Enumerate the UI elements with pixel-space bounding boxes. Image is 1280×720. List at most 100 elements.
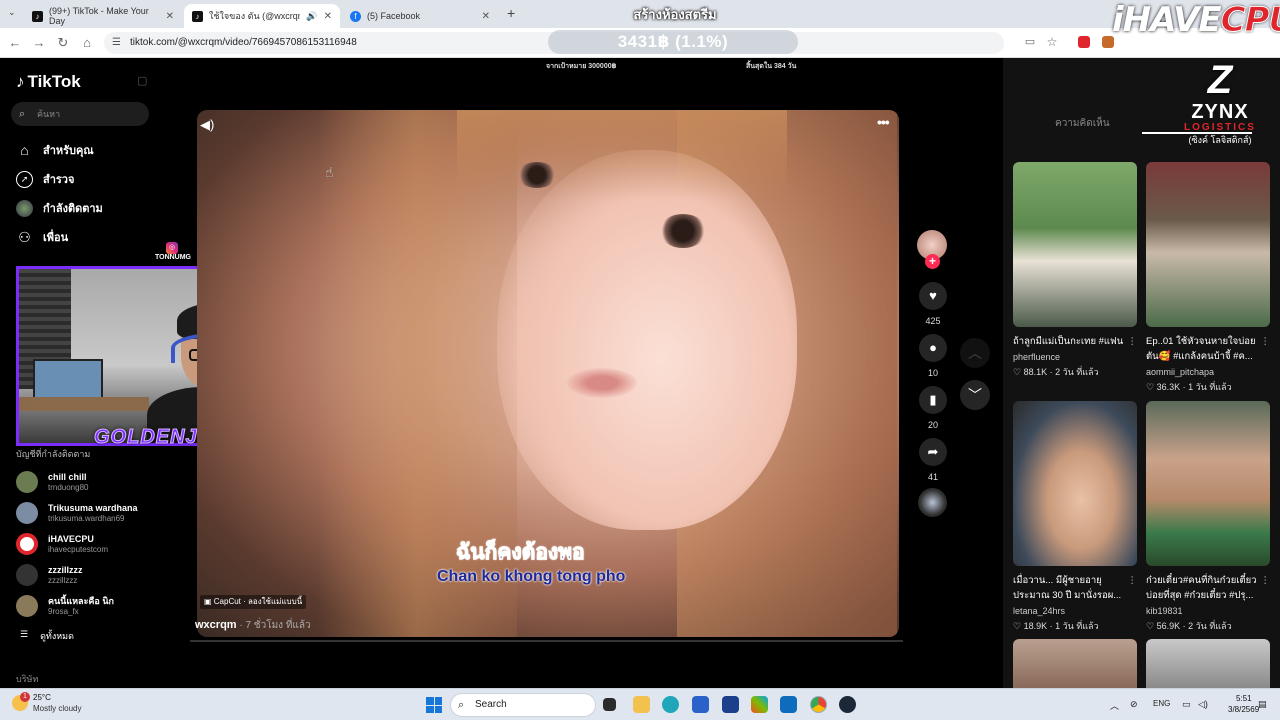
following-account[interactable]: zzzillzzz zzzillzzz	[16, 564, 83, 586]
tiktok-logo[interactable]: ♪ TikTok	[16, 72, 81, 92]
mail-icon[interactable]	[780, 696, 797, 713]
tray-overflow-chevron-icon[interactable]: ︿	[1110, 699, 1119, 712]
follow-plus-icon[interactable]: +	[925, 254, 940, 269]
save-button[interactable]: ▮	[919, 386, 947, 414]
video-username[interactable]: kib19831	[1146, 606, 1183, 616]
following-account[interactable]: chill chill trnduong80	[16, 471, 88, 493]
extension-abp-icon[interactable]	[1078, 36, 1090, 48]
video-caption[interactable]: ก๋วยเตี๋ยว#คนที่กินก๋วยเตี๋ยว ⋮	[1146, 573, 1270, 588]
video-caption[interactable]: Ep..01 ใช้หัวจนหายใจบ่อย ⋮	[1146, 334, 1270, 349]
nav-for-you[interactable]: ⌂ สำหรับคุณ	[16, 141, 93, 159]
share-button[interactable]: ➦	[919, 438, 947, 466]
app-icon[interactable]	[692, 696, 709, 713]
language-indicator[interactable]: ENG	[1153, 699, 1170, 708]
search-input[interactable]: ⌕ ค้นหา	[11, 102, 149, 126]
company-link[interactable]: บริษัท	[16, 672, 38, 686]
more-icon: ⋮	[1260, 336, 1271, 347]
donation-goal-deadline: สิ้นสุดใน 384 วัน	[746, 63, 797, 70]
video-username[interactable]: pherfluence	[1013, 352, 1060, 362]
task-view-icon[interactable]	[603, 698, 616, 711]
windows-start-icon[interactable]	[426, 697, 442, 713]
forward-arrow-icon[interactable]: →	[31, 35, 47, 50]
previous-video-chevron-up-icon[interactable]: ︿	[960, 338, 990, 368]
ihavecpu-logo: iHAVECPU	[1112, 0, 1280, 41]
close-icon[interactable]: ✕	[482, 11, 490, 22]
video-caption-line2[interactable]: บ่อยที่สุด #ก๋วยเตี๋ยว #ปรุ...	[1146, 588, 1270, 603]
steam-icon[interactable]	[839, 696, 856, 713]
next-video-chevron-down-icon[interactable]: ﹀	[960, 380, 990, 410]
video-thumbnail[interactable]	[1013, 401, 1137, 566]
collapse-sidebar-icon[interactable]: ▢	[137, 74, 147, 87]
weather-temperature[interactable]: 25°C	[33, 693, 51, 702]
video-thumbnail[interactable]	[1013, 162, 1137, 327]
copilot-icon[interactable]	[751, 696, 768, 713]
bookmark-icon: ▮	[929, 392, 937, 407]
video-caption-line2[interactable]: ตัน🥰 #แกล้งคนบ้าจี้ #ค...	[1146, 349, 1270, 364]
subtitle-thai: ฉันก็คงต้องพอ	[456, 541, 586, 565]
tab-facebook[interactable]: f (5) Facebook ✕	[342, 4, 498, 28]
video-caption[interactable]: ถ้าลูกมีแม่เป็นกะเทย #แฟน ⋮	[1013, 334, 1137, 349]
video-stats: ♡ 88.1K · 2 วัน ที่แล้ว	[1013, 367, 1099, 377]
more-options-icon[interactable]: •••	[877, 114, 890, 130]
more-icon: ⋮	[1127, 575, 1138, 586]
new-tab-button[interactable]: +	[507, 5, 515, 21]
close-icon[interactable]: ✕	[166, 11, 174, 22]
speaker-icon[interactable]: 🔊	[306, 11, 317, 22]
desk	[19, 397, 149, 411]
chrome-icon[interactable]	[810, 696, 827, 713]
video-caption[interactable]: เมื่อวาน... มีผู้ชายอายุ ⋮	[1013, 573, 1137, 588]
bookmark-star-icon[interactable]: ☆	[1044, 35, 1060, 49]
video-thumbnail[interactable]	[1146, 639, 1270, 688]
back-arrow-icon[interactable]: ←	[7, 35, 23, 50]
video-thumbnail[interactable]	[1146, 162, 1270, 327]
home-icon[interactable]: ⌂	[79, 35, 95, 50]
tab-search-chevron-icon[interactable]: ⌄	[8, 7, 16, 18]
reload-icon[interactable]: ↻	[55, 35, 71, 51]
following-account[interactable]: Trikusuma wardhana trikusuma.wardhan69	[16, 502, 138, 524]
video-author[interactable]: wxcrqm · 7 ชั่วโมง ที่แล้ว	[195, 618, 311, 633]
more-icon: ⋮	[1127, 336, 1138, 347]
tab-tiktok-video[interactable]: ♪ ใช้ใจของ ตัน (@wxcrqm) wi 🔊 ✕	[184, 4, 340, 28]
facebook-icon: f	[350, 10, 361, 22]
edge-icon[interactable]	[662, 696, 679, 713]
like-count: 425	[925, 316, 941, 326]
video-thumbnail[interactable]	[1013, 639, 1137, 688]
like-button[interactable]: ♥	[919, 282, 947, 310]
notification-bell-icon[interactable]: ▤	[1258, 699, 1267, 710]
see-all-link[interactable]: ☰ ดูทั้งหมด	[20, 629, 74, 643]
close-icon[interactable]: ✕	[324, 11, 332, 22]
tab-tiktok-home[interactable]: ♪ (99+) TikTok - Make Your Day ✕	[24, 4, 182, 28]
video-stats: ♡ 36.3K · 1 วัน ที่แล้ว	[1146, 382, 1232, 392]
video-username[interactable]: letana_24hrs	[1013, 606, 1065, 616]
video-username[interactable]: aommii_pitchapa	[1146, 367, 1214, 377]
nav-following[interactable]: กำลังติดตาม	[16, 199, 103, 217]
clock-date[interactable]: 3/8/2569	[1228, 705, 1259, 714]
heart-outline-icon: ♡	[1013, 621, 1024, 631]
list-icon: ☰	[20, 629, 29, 639]
store-icon[interactable]	[722, 696, 739, 713]
wifi-icon[interactable]: ▭	[1182, 699, 1191, 710]
following-account[interactable]: iHAVECPU ihavecputestcom	[16, 533, 108, 555]
nav-friends[interactable]: ⚇ เพื่อน	[16, 228, 68, 246]
volume-icon[interactable]: ◁)	[1198, 699, 1208, 710]
taskbar-search[interactable]: ⌕ Search	[450, 693, 596, 717]
tiktok-icon: ♪	[32, 10, 43, 22]
nav-explore[interactable]: ➚ สำรวจ	[16, 170, 74, 188]
network-off-icon[interactable]: ⊘	[1130, 699, 1138, 710]
following-account[interactable]: คนนี้แหละคือ นิก 9rosa_fx	[16, 595, 114, 617]
sound-disc-icon[interactable]	[918, 488, 947, 517]
install-app-icon[interactable]: ▭	[1022, 35, 1038, 48]
comment-button[interactable]: ●	[919, 334, 947, 362]
video-thumbnail[interactable]	[1146, 401, 1270, 566]
tiktok-note-icon: ♪	[16, 72, 25, 91]
capcut-template-link[interactable]: ▣ CapCut · ลองใช้แม่แบบนี้	[200, 595, 307, 609]
video-progress-bar[interactable]	[190, 640, 903, 642]
clock-time[interactable]: 5:51	[1236, 694, 1252, 703]
file-explorer-icon[interactable]	[633, 696, 650, 713]
site-info-icon[interactable]: ☰	[112, 32, 121, 54]
volume-icon[interactable]: ◀)	[200, 117, 214, 133]
tab-comments[interactable]: ความคิดเห็น	[1055, 116, 1110, 131]
avatar	[16, 595, 38, 617]
video-caption-line2[interactable]: ประมาณ 30 ปี มานั่งรอผ...	[1013, 588, 1137, 603]
weather-description[interactable]: Mostly cloudy	[33, 704, 81, 713]
